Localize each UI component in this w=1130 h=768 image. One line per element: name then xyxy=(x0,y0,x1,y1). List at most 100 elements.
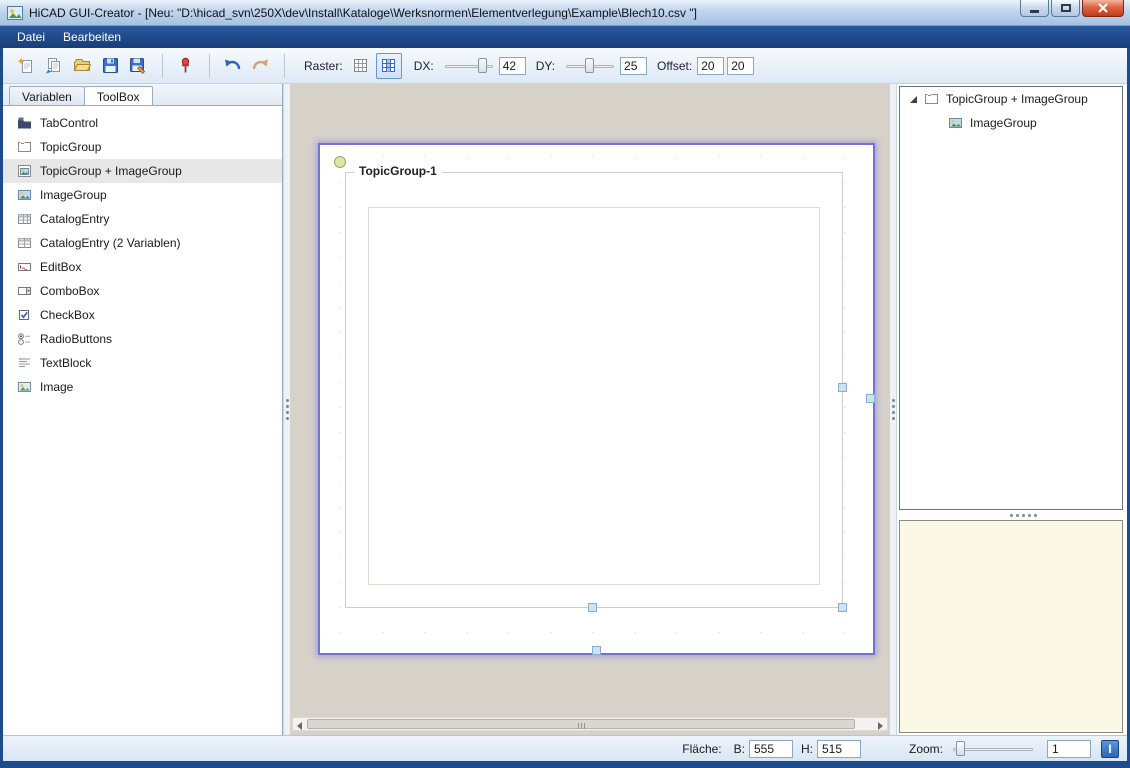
save-button[interactable] xyxy=(97,53,123,79)
tab-toolbox[interactable]: ToolBox xyxy=(84,86,153,105)
toolbox-item-catalogentry[interactable]: CatalogEntry xyxy=(3,207,282,231)
raster-show-button[interactable] xyxy=(348,53,374,79)
minimize-icon xyxy=(1030,10,1039,13)
splitter-grip-icon xyxy=(1010,514,1013,517)
app-window: HiCAD GUI-Creator - [Neu: "D:\hicad_svn\… xyxy=(0,0,1130,768)
left-splitter[interactable] xyxy=(283,84,290,735)
save-icon xyxy=(102,57,119,74)
toolbox-item-imagegroup[interactable]: ImageGroup xyxy=(3,183,282,207)
toolbox-item-topicgroup-imagegroup[interactable]: TopicGroup + ImageGroup xyxy=(3,159,282,183)
minimize-button[interactable] xyxy=(1020,0,1049,17)
horizontal-scrollbar[interactable] xyxy=(292,717,888,731)
toolbox-item-label: Image xyxy=(40,380,73,394)
toolbox-item-label: ImageGroup xyxy=(40,188,107,202)
toolbox-item-label: CatalogEntry (2 Variablen) xyxy=(40,236,181,250)
design-canvas[interactable]: TopicGroup-1 xyxy=(290,84,890,735)
undo-button[interactable] xyxy=(219,53,245,79)
close-button[interactable] xyxy=(1082,0,1124,17)
title-bar: HiCAD GUI-Creator - [Neu: "D:\hicad_svn\… xyxy=(0,0,1130,26)
scrollbar-grip-icon xyxy=(581,723,582,729)
resize-handle-bottom-right[interactable] xyxy=(838,603,847,612)
origin-handle[interactable] xyxy=(334,156,346,168)
toolbox-item-tabcontrol[interactable]: TabControl xyxy=(3,111,282,135)
zoom-slider-track[interactable] xyxy=(953,748,1033,751)
toolbox-item-label: ComboBox xyxy=(40,284,99,298)
toolbox-item-label: TabControl xyxy=(40,116,98,130)
toolbox-item-label: TopicGroup + ImageGroup xyxy=(40,164,182,178)
new-from-template-button[interactable] xyxy=(41,53,67,79)
dx-slider-thumb[interactable] xyxy=(478,58,487,73)
dx-slider[interactable] xyxy=(444,57,494,75)
resize-handle-surface-right[interactable] xyxy=(866,394,875,403)
new-from-template-icon xyxy=(45,57,63,75)
toolbox-item-textblock[interactable]: TextBlock xyxy=(3,351,282,375)
dy-slider[interactable] xyxy=(565,57,615,75)
dy-slider-thumb[interactable] xyxy=(585,58,594,73)
toolbox-item-radiobuttons[interactable]: RadioButtons xyxy=(3,327,282,351)
redo-icon xyxy=(251,57,270,74)
resize-handle-surface-bottom[interactable] xyxy=(592,646,601,655)
menu-datei[interactable]: Datei xyxy=(8,27,54,47)
toolbox-item-topicgroup[interactable]: TopicGroup xyxy=(3,135,282,159)
toolbox-item-catalogentry-2[interactable]: CatalogEntry (2 Variablen) xyxy=(3,231,282,255)
offset-y-field[interactable]: 20 xyxy=(727,57,754,75)
tree-item-label: TopicGroup + ImageGroup xyxy=(946,92,1088,106)
tabcontrol-icon xyxy=(17,116,32,130)
right-panel: TopicGroup + ImageGroup ImageGroup xyxy=(897,84,1127,735)
expander-icon[interactable] xyxy=(910,96,917,103)
dx-label: DX: xyxy=(414,59,434,73)
height-field[interactable]: 515 xyxy=(817,740,861,758)
width-field[interactable]: 555 xyxy=(749,740,793,758)
toolbox-list: TabControl TopicGroup TopicGroup + Image… xyxy=(3,111,282,735)
topicgroup-icon xyxy=(17,140,32,154)
toolbox-item-label: CatalogEntry xyxy=(40,212,109,226)
checkbox-icon xyxy=(17,308,32,322)
info-button[interactable]: I xyxy=(1101,740,1119,758)
toolbox-item-combobox[interactable]: ComboBox xyxy=(3,279,282,303)
menu-bearbeiten[interactable]: Bearbeiten xyxy=(54,27,130,47)
zoom-slider-thumb[interactable] xyxy=(956,741,965,756)
resize-handle-bottom[interactable] xyxy=(588,603,597,612)
tree-item-imagegroup[interactable]: ImageGroup xyxy=(900,111,1122,135)
toolbox-item-image[interactable]: Image xyxy=(3,375,282,399)
toolbox-item-label: TopicGroup xyxy=(40,140,101,154)
scrollbar-thumb[interactable] xyxy=(307,719,855,729)
pin-button[interactable] xyxy=(172,53,198,79)
dy-value-field[interactable]: 25 xyxy=(620,57,647,75)
left-tabstrip: Variablen ToolBox xyxy=(3,84,282,106)
save-as-button[interactable] xyxy=(125,53,151,79)
undo-icon xyxy=(223,57,242,74)
scroll-left-icon[interactable] xyxy=(297,722,302,730)
grid-icon xyxy=(353,58,368,73)
editbox-icon xyxy=(17,260,32,274)
zoom-value-field[interactable]: 1 xyxy=(1047,740,1091,758)
radiobuttons-icon xyxy=(17,332,32,346)
tab-variablen[interactable]: Variablen xyxy=(9,86,85,105)
raster-label: Raster: xyxy=(304,59,343,73)
offset-x-field[interactable]: 20 xyxy=(697,57,724,75)
open-button[interactable] xyxy=(69,53,95,79)
design-surface[interactable]: TopicGroup-1 xyxy=(318,143,875,655)
splitter-grip-icon xyxy=(286,399,289,402)
tree-item-topicgroup-imagegroup[interactable]: TopicGroup + ImageGroup xyxy=(900,87,1122,111)
redo-button[interactable] xyxy=(247,53,273,79)
topicgroup-icon xyxy=(924,92,939,106)
imagegroup-element[interactable] xyxy=(368,207,820,585)
dy-label: DY: xyxy=(536,59,555,73)
topicgroup-element[interactable]: TopicGroup-1 xyxy=(345,172,843,608)
right-horizontal-splitter[interactable] xyxy=(899,511,1123,519)
raster-snap-button[interactable] xyxy=(376,53,402,79)
new-file-button[interactable] xyxy=(13,53,39,79)
zoom-slider[interactable] xyxy=(952,740,1034,758)
pin-icon xyxy=(177,57,194,74)
dx-value-field[interactable]: 42 xyxy=(499,57,526,75)
toolbox-item-checkbox[interactable]: CheckBox xyxy=(3,303,282,327)
resize-handle-right[interactable] xyxy=(838,383,847,392)
right-splitter[interactable] xyxy=(890,84,897,735)
scroll-right-icon[interactable] xyxy=(878,722,883,730)
toolbox-item-label: EditBox xyxy=(40,260,81,274)
textblock-icon xyxy=(17,356,32,370)
splitter-grip-icon xyxy=(892,399,895,402)
maximize-button[interactable] xyxy=(1051,0,1080,17)
toolbox-item-editbox[interactable]: EditBox xyxy=(3,255,282,279)
